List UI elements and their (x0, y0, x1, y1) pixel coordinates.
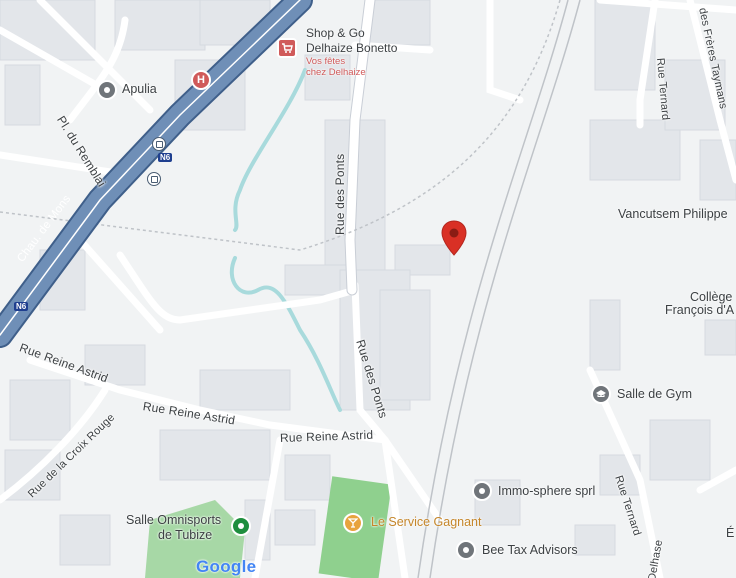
bus-stop-icon[interactable] (152, 137, 166, 151)
map-canvas[interactable]: N6 N6 Chau. de Mons Pl. du Remblai Rue d… (0, 0, 736, 578)
shop-go-subtitle: chez Delhaize (306, 67, 366, 78)
college-label[interactable]: François d'A (665, 303, 734, 317)
bus-stop-icon[interactable] (147, 172, 161, 186)
apulia-place-icon[interactable] (97, 80, 117, 100)
shop-go-label[interactable]: Delhaize Bonetto (306, 41, 397, 55)
bar-glass-icon[interactable] (343, 513, 363, 533)
le-service-gagnant-label[interactable]: Le Service Gagnant (371, 515, 482, 529)
edge-place-label: É (726, 526, 735, 540)
n6-shield: N6 (14, 302, 29, 311)
salle-omnisports-label[interactable]: Salle Omnisports (126, 513, 221, 527)
location-pin-icon[interactable] (441, 220, 467, 256)
sports-place-icon[interactable] (231, 516, 251, 536)
graduation-cap-icon[interactable] (591, 384, 611, 404)
shop-go-subtitle: Vos fêtes (306, 56, 346, 67)
street-label-rue-des-ponts: Rue des Ponts (333, 153, 347, 235)
hospital-icon[interactable]: H (191, 70, 211, 90)
google-logo-text: Google (196, 557, 257, 576)
bee-tax-place-icon[interactable] (456, 540, 476, 560)
n6-shield: N6 (158, 153, 173, 162)
vancutsem-label[interactable]: Vancutsem Philippe (618, 207, 728, 221)
immo-sphere-label[interactable]: Immo-sphere sprl (498, 484, 595, 498)
immo-sphere-place-icon[interactable] (472, 481, 492, 501)
salle-omnisports-label[interactable]: de Tubize (158, 528, 212, 542)
bee-tax-label[interactable]: Bee Tax Advisors (482, 543, 578, 557)
apulia-label[interactable]: Apulia (122, 82, 157, 96)
shopping-cart-icon[interactable] (277, 38, 297, 58)
shop-go-label[interactable]: Shop & Go (306, 26, 365, 40)
salle-de-gym-label[interactable]: Salle de Gym (617, 387, 692, 401)
waterways (229, 68, 342, 412)
college-label[interactable]: Collège (690, 290, 732, 304)
google-logo: Google (196, 557, 256, 577)
